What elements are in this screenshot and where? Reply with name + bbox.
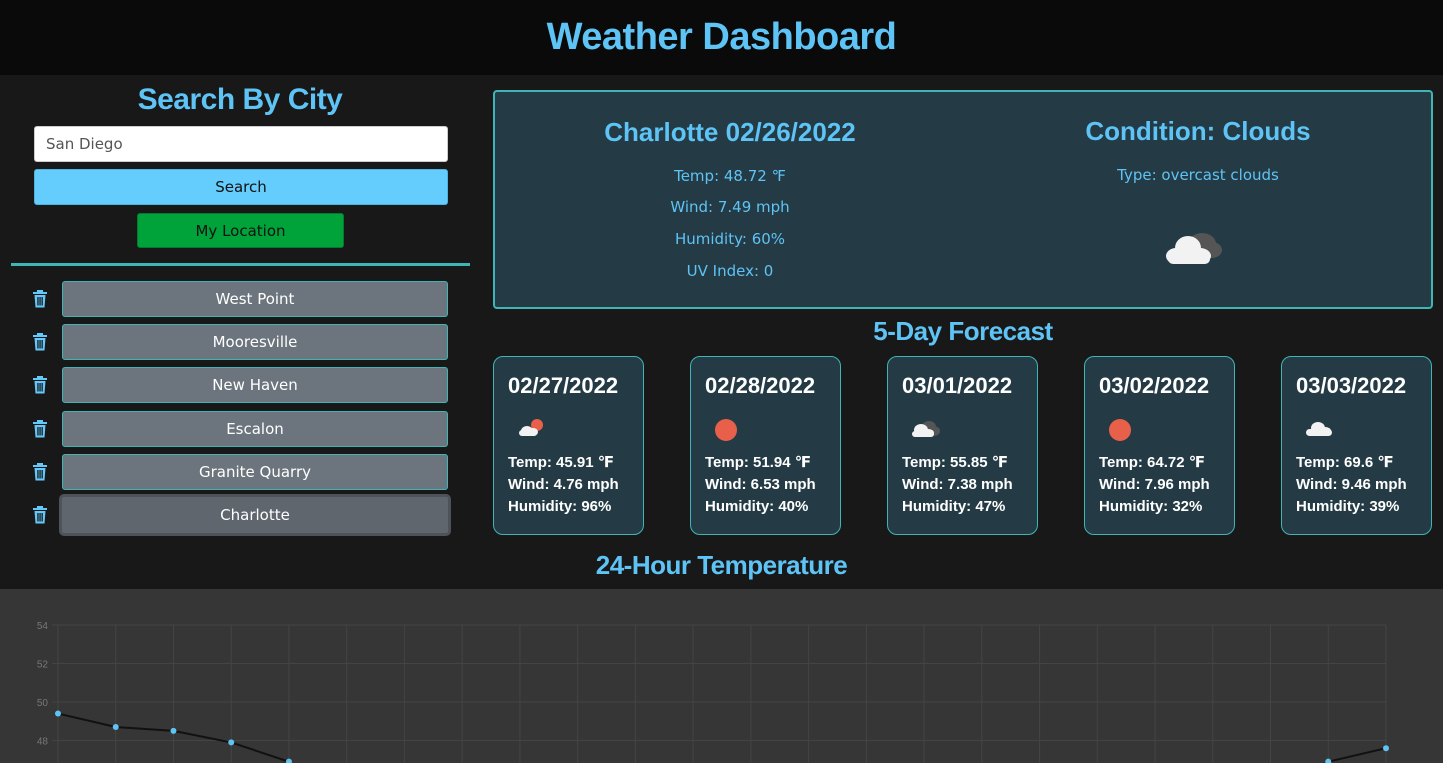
forecast-humidity: Humidity: 96% bbox=[508, 498, 612, 515]
data-point[interactable] bbox=[112, 724, 119, 731]
series-line-segment bbox=[57, 712, 116, 728]
current-condition: Condition: Clouds Type: overcast clouds bbox=[965, 92, 1431, 311]
current-wind: Wind: 7.49 mph bbox=[670, 198, 790, 216]
temperature-chart: 54 52 50 48 bbox=[0, 589, 1443, 763]
forecast-card: 02/27/2022 Temp: 45.91 ℉ Wind: 4.76 mph Hum… bbox=[493, 356, 644, 535]
trash-icon[interactable] bbox=[32, 506, 48, 524]
forecast-wind: Wind: 4.76 mph bbox=[508, 476, 619, 493]
forecast-wind: Wind: 6.53 mph bbox=[705, 476, 816, 493]
current-city-date: Charlotte 02/26/2022 bbox=[604, 117, 856, 147]
history-item: Mooresville bbox=[0, 324, 480, 360]
forecast-wind: Wind: 9.46 mph bbox=[1296, 476, 1407, 493]
current-weather-card: Charlotte 02/26/2022 Temp: 48.72 ℉ Wind:… bbox=[493, 90, 1433, 309]
sun-icon bbox=[1107, 413, 1139, 443]
forecast-date: 03/02/2022 bbox=[1099, 373, 1210, 398]
history-city-button[interactable]: Granite Quarry bbox=[62, 454, 448, 490]
current-uv-index: UV Index: 0 bbox=[686, 262, 774, 280]
forecast-humidity: Humidity: 39% bbox=[1296, 498, 1400, 515]
forecast-temp: Temp: 55.85 ℉ bbox=[902, 454, 1009, 471]
forecast-title: 5-Day Forecast bbox=[873, 316, 1053, 346]
history-city-button[interactable]: Mooresville bbox=[62, 324, 448, 360]
forecast-temp: Temp: 64.72 ℉ bbox=[1099, 454, 1206, 471]
search-input[interactable] bbox=[34, 126, 448, 162]
history-city-button[interactable]: Charlotte bbox=[59, 494, 451, 536]
series-line-segment bbox=[115, 726, 174, 732]
forecast-humidity: Humidity: 32% bbox=[1099, 498, 1203, 515]
forecast-card: 02/28/2022 Temp: 51.94 ℉ Wind: 6.53 mph Hum… bbox=[690, 356, 841, 535]
y-tick-label: 48 bbox=[37, 737, 49, 748]
few-clouds-sun-icon bbox=[516, 413, 548, 443]
trash-icon[interactable] bbox=[32, 463, 48, 481]
app-header: Weather Dashboard bbox=[0, 0, 1443, 75]
trash-icon[interactable] bbox=[32, 376, 48, 394]
data-point[interactable] bbox=[228, 739, 235, 746]
series-line-segment bbox=[230, 741, 290, 763]
current-stats: Charlotte 02/26/2022 Temp: 48.72 ℉ Wind:… bbox=[495, 92, 965, 311]
forecast-card: 03/01/2022 Temp: 55.85 ℉ Wind: 7.38 mph Hum… bbox=[887, 356, 1038, 535]
forecast-date: 02/27/2022 bbox=[508, 373, 619, 398]
condition-type: Type: overcast clouds bbox=[1117, 166, 1279, 184]
data-point[interactable] bbox=[55, 710, 61, 717]
series-line-segment bbox=[1328, 747, 1387, 763]
data-point[interactable] bbox=[1383, 745, 1389, 752]
current-temp: Temp: 48.72 ℉ bbox=[674, 167, 786, 185]
broken-clouds-icon bbox=[910, 413, 942, 443]
forecast-wind: Wind: 7.38 mph bbox=[902, 476, 1013, 493]
y-tick-label: 52 bbox=[37, 660, 49, 671]
history-city-button[interactable]: Escalon bbox=[62, 411, 448, 447]
forecast-wind: Wind: 7.96 mph bbox=[1099, 476, 1210, 493]
history-item: Charlotte bbox=[0, 494, 480, 536]
history-item: Escalon bbox=[0, 411, 480, 447]
search-panel: Search By City Search My Location West P… bbox=[0, 75, 480, 590]
trash-icon[interactable] bbox=[32, 420, 48, 438]
history-item: New Haven bbox=[0, 367, 480, 403]
history-city-button[interactable]: New Haven bbox=[62, 367, 448, 403]
history-item: Granite Quarry bbox=[0, 454, 480, 490]
temperature-chart-svg: 54 52 50 48 bbox=[37, 621, 1389, 763]
forecast-humidity: Humidity: 40% bbox=[705, 498, 809, 515]
forecast-temp: Temp: 51.94 ℉ bbox=[705, 454, 812, 471]
page-title: Weather Dashboard bbox=[546, 16, 897, 58]
forecast-date: 03/01/2022 bbox=[902, 373, 1013, 398]
overcast-clouds-icon bbox=[1166, 233, 1222, 264]
divider bbox=[11, 263, 470, 266]
search-title: Search By City bbox=[137, 83, 343, 116]
forecast-date: 03/03/2022 bbox=[1296, 373, 1407, 398]
my-location-button[interactable]: My Location bbox=[137, 213, 344, 248]
trash-icon[interactable] bbox=[32, 290, 48, 308]
chart-title: 24-Hour Temperature bbox=[595, 550, 848, 580]
condition-title: Condition: Clouds bbox=[1085, 116, 1311, 146]
history-city-button[interactable]: West Point bbox=[62, 281, 448, 317]
search-button[interactable]: Search bbox=[34, 169, 448, 205]
current-humidity: Humidity: 60% bbox=[674, 230, 786, 248]
forecast-temp: Temp: 45.91 ℉ bbox=[508, 454, 615, 471]
y-tick-label: 50 bbox=[37, 698, 49, 709]
y-tick-label: 54 bbox=[37, 621, 49, 632]
data-point[interactable] bbox=[1325, 758, 1332, 763]
forecast-card: 03/02/2022 Temp: 64.72 ℉ Wind: 7.96 mph Hum… bbox=[1084, 356, 1235, 535]
forecast-date: 02/28/2022 bbox=[705, 373, 816, 398]
sun-icon bbox=[713, 413, 745, 443]
trash-icon[interactable] bbox=[32, 333, 48, 351]
forecast-temp: Temp: 69.6 ℉ bbox=[1296, 454, 1394, 471]
forecast-humidity: Humidity: 47% bbox=[902, 498, 1006, 515]
data-point[interactable] bbox=[285, 758, 292, 763]
cloud-icon bbox=[1304, 413, 1336, 443]
forecast-card: 03/03/2022 Temp: 69.6 ℉ Wind: 9.46 mph Humi… bbox=[1281, 356, 1432, 535]
history-item: West Point bbox=[0, 281, 480, 317]
data-point[interactable] bbox=[170, 727, 177, 734]
